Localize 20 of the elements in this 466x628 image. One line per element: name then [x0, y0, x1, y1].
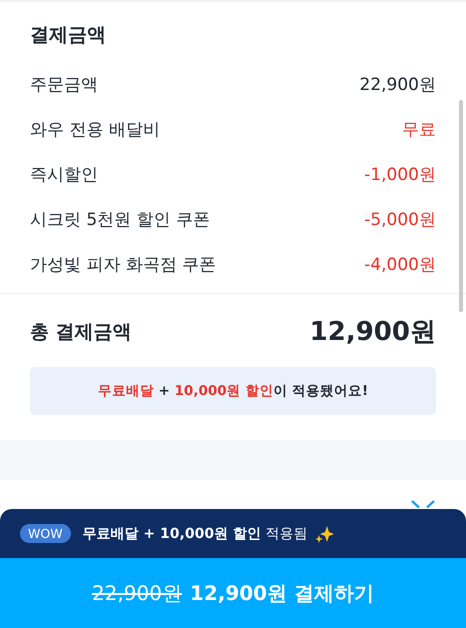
sparkle-icon	[315, 524, 336, 544]
row-label: 즉시할인	[30, 164, 98, 186]
row-label: 와우 전용 배달비	[30, 119, 160, 141]
pay-button[interactable]: 22,900원 12,900원 결제하기	[0, 558, 466, 628]
scrollbar[interactable]	[459, 100, 463, 312]
wow-badge: WOW	[20, 524, 71, 543]
total-amount: 12,900원	[310, 316, 436, 349]
row-amount: 22,900원	[360, 74, 436, 96]
row-amount: -4,000원	[364, 254, 436, 276]
row-amount: -5,000원	[364, 209, 436, 231]
benefit-message: 무료배달 + 10,000원 할인 적용됨	[82, 524, 308, 542]
row-label: 시크릿 5천원 할인 쿠폰	[30, 209, 210, 231]
row-amount: 무료	[402, 119, 436, 141]
row-amount: -1,000원	[364, 164, 436, 186]
chevron-icon[interactable]	[410, 500, 436, 508]
total-label: 총 결제금액	[30, 320, 132, 344]
discount-notice: 무료배달 + 10,000원 할인이 적용됐어요!	[30, 367, 436, 415]
row-label: 가성빛 피자 화곡점 쿠폰	[30, 254, 216, 276]
section-title: 결제금액	[30, 23, 107, 48]
row-label: 주문금액	[30, 74, 98, 96]
